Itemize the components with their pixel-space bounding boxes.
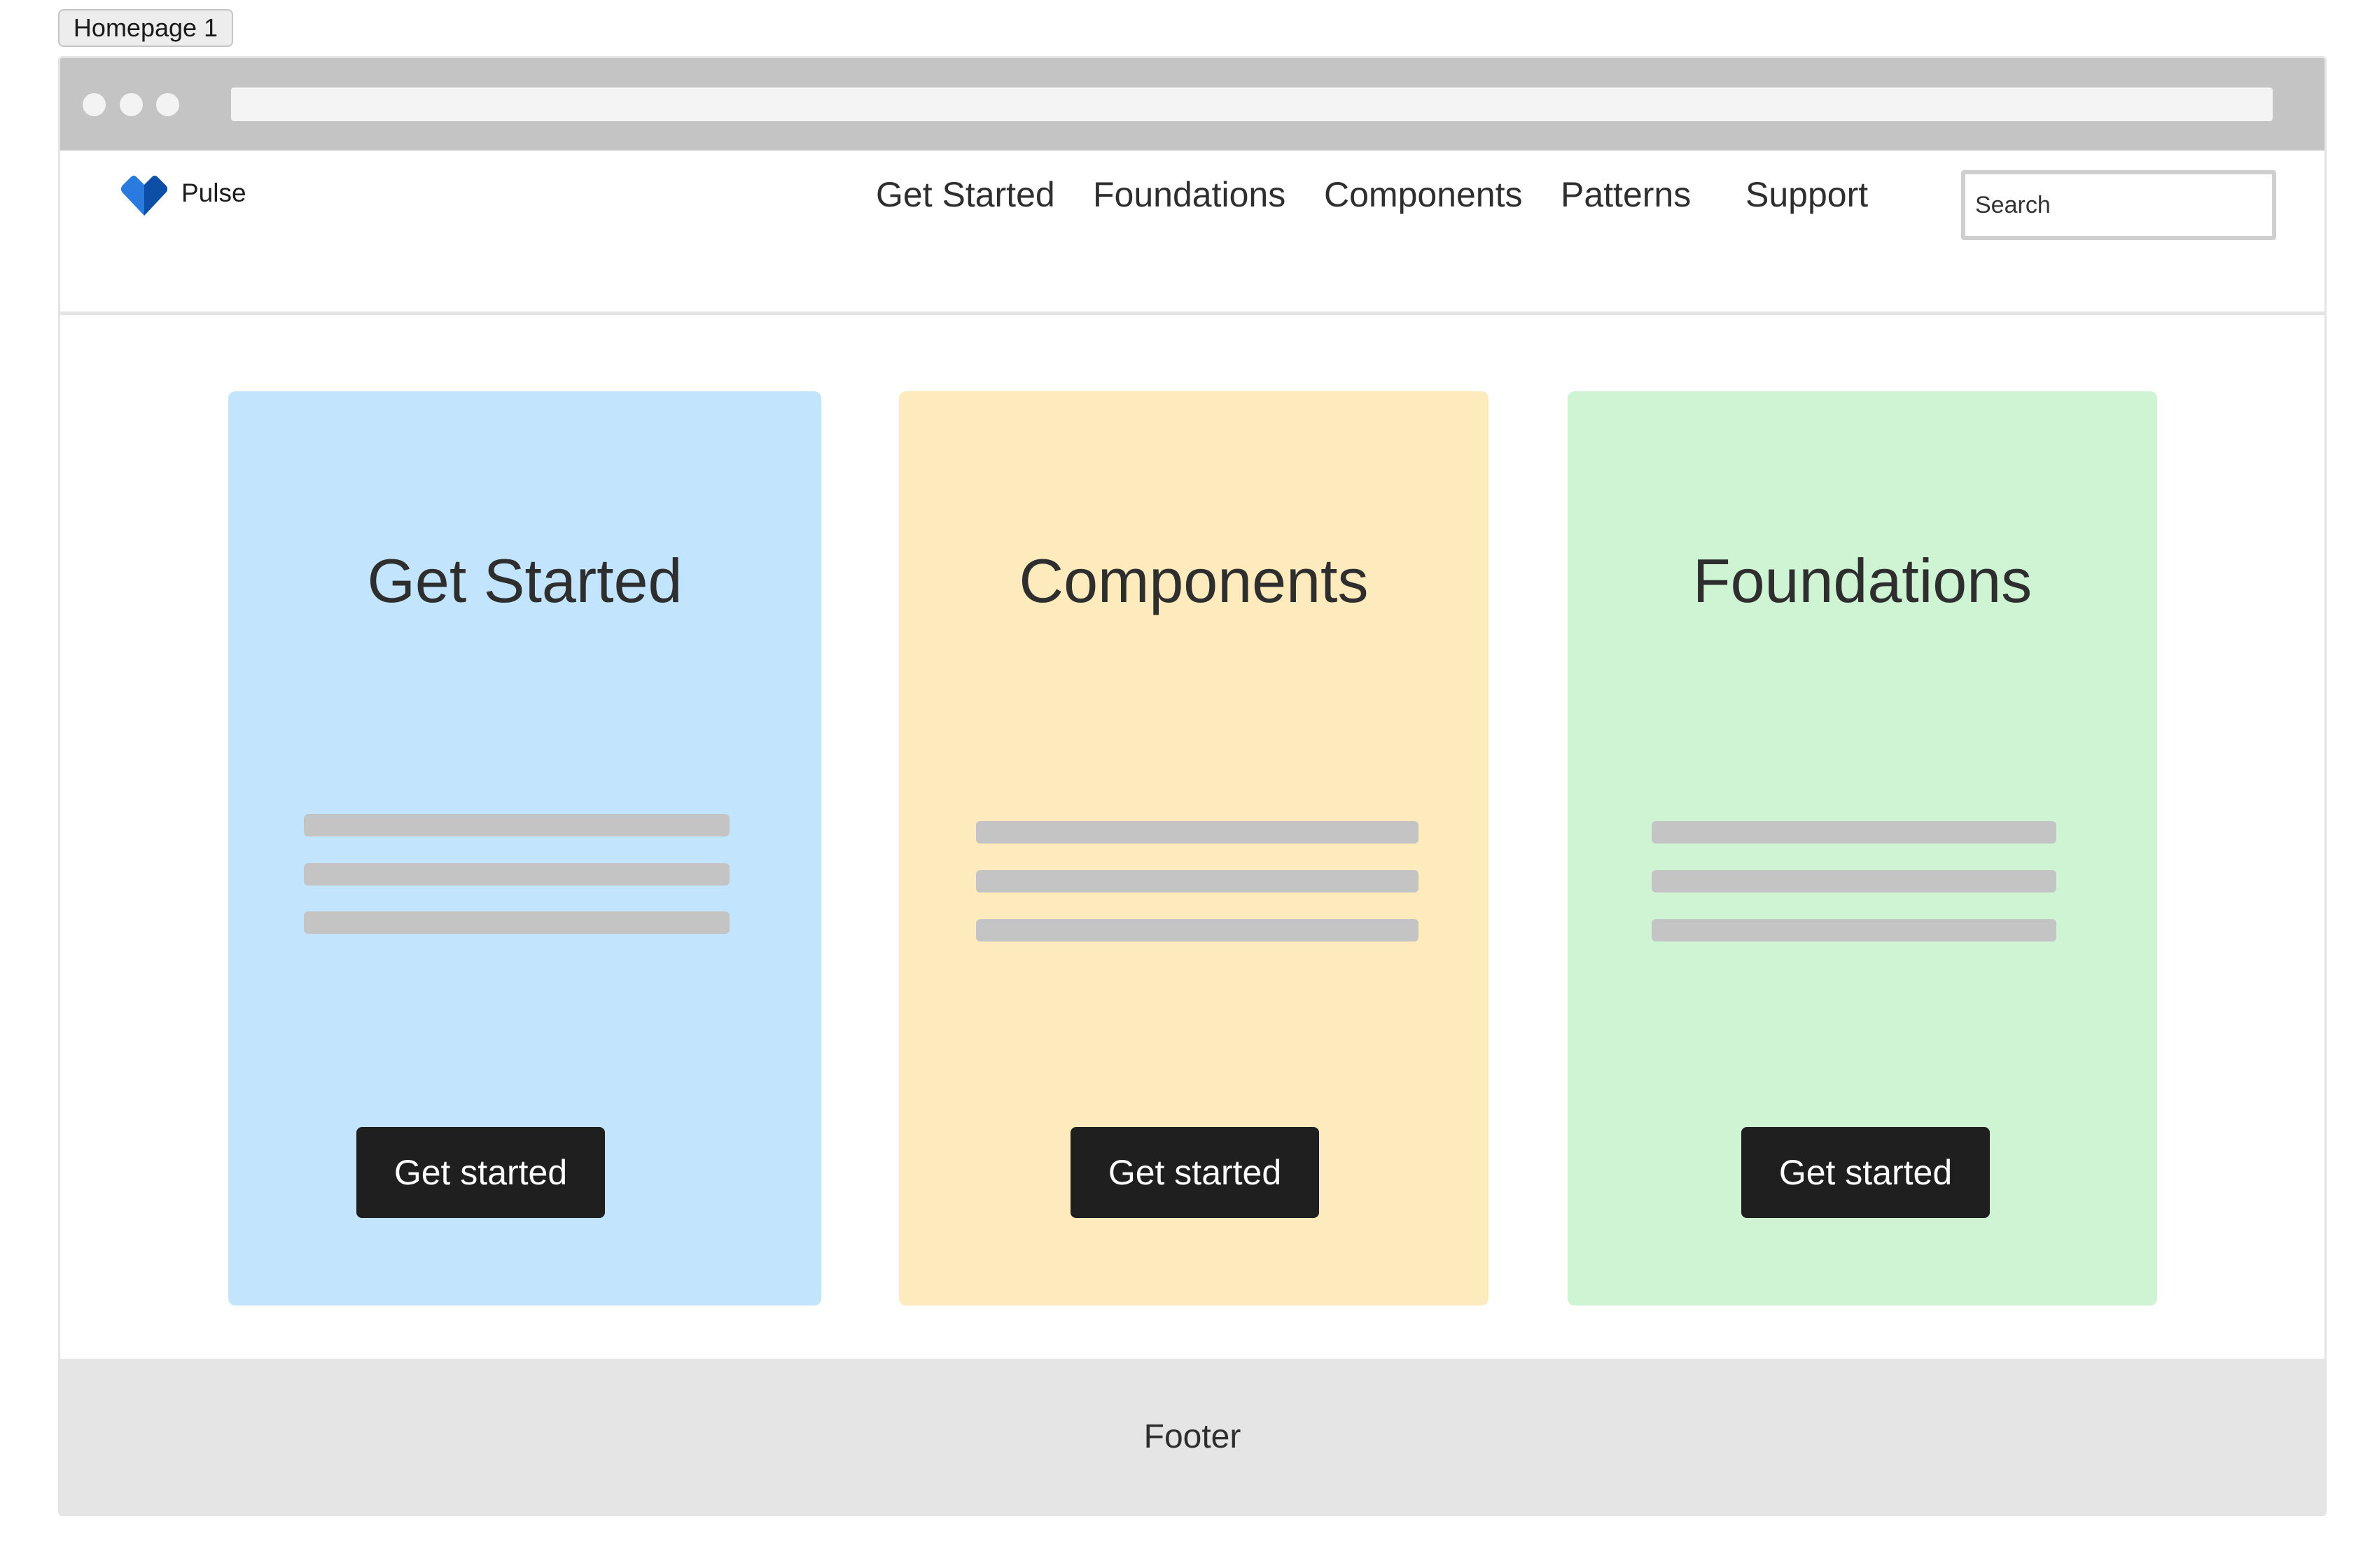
browser-window: Pulse Get Started Foundations Components… [58, 56, 2327, 1516]
site-header: Pulse Get Started Foundations Components… [60, 150, 2324, 315]
search-input[interactable] [1961, 170, 2276, 240]
nav-components[interactable]: Components [1324, 174, 1523, 215]
card-foundations: Foundations Get started [1568, 391, 2157, 1306]
nav-get-started[interactable]: Get Started [876, 174, 1055, 215]
text-placeholder-line [1652, 870, 2056, 892]
text-placeholder-line [304, 911, 730, 934]
footer-label: Footer [1143, 1418, 1241, 1455]
site-footer: Footer [60, 1359, 2324, 1514]
text-placeholder-line [976, 919, 1418, 941]
blue-heart-icon[interactable] [120, 174, 169, 217]
get-started-button[interactable]: Get started [1071, 1127, 1319, 1218]
window-dot-minimize[interactable] [120, 93, 143, 116]
card-title: Foundations [1692, 546, 2033, 615]
get-started-button[interactable]: Get started [356, 1127, 605, 1218]
text-placeholder-line [976, 821, 1418, 844]
card-components: Components Get started [899, 391, 1489, 1306]
text-placeholder-line [304, 814, 730, 836]
browser-chrome [60, 58, 2324, 150]
text-placeholder-line [1652, 821, 2056, 844]
card-title: Components [1019, 546, 1369, 615]
nav-foundations[interactable]: Foundations [1093, 174, 1285, 215]
window-dot-maximize[interactable] [156, 93, 179, 116]
address-bar[interactable] [231, 88, 2273, 121]
brand-name[interactable]: Pulse [181, 178, 246, 208]
window-dot-close[interactable] [83, 93, 106, 116]
card-title: Get Started [367, 546, 683, 615]
frame-label: Homepage 1 [58, 9, 233, 47]
text-placeholder-line [1652, 919, 2056, 941]
text-placeholder-line [976, 870, 1418, 892]
nav-support[interactable]: Support [1745, 174, 1868, 215]
text-placeholder-line [304, 863, 730, 886]
nav-patterns[interactable]: Patterns [1561, 174, 1691, 215]
card-get-started: Get Started Get started [228, 391, 821, 1306]
get-started-button[interactable]: Get started [1741, 1127, 1990, 1218]
